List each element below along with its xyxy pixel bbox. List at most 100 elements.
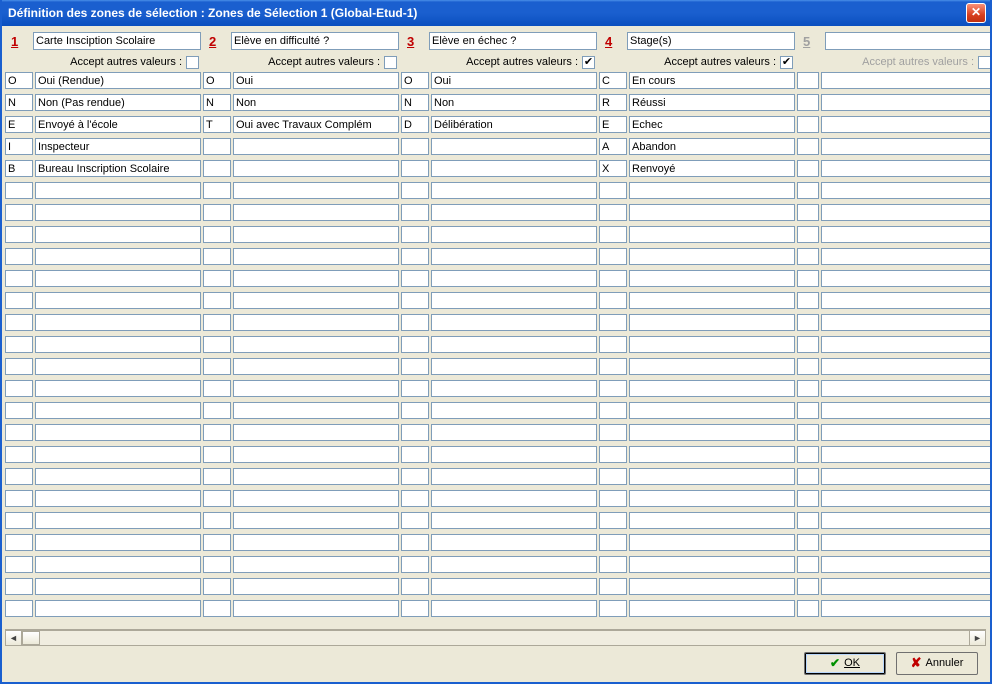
code-input[interactable] bbox=[5, 314, 33, 331]
label-input[interactable] bbox=[629, 402, 795, 419]
code-input[interactable] bbox=[797, 182, 819, 199]
label-input[interactable] bbox=[431, 578, 597, 595]
label-input[interactable] bbox=[233, 534, 399, 551]
label-input[interactable] bbox=[629, 204, 795, 221]
code-input[interactable] bbox=[797, 380, 819, 397]
code-input[interactable] bbox=[203, 578, 231, 595]
code-input[interactable] bbox=[401, 292, 429, 309]
label-input[interactable] bbox=[431, 314, 597, 331]
label-input[interactable] bbox=[821, 424, 990, 441]
label-input[interactable] bbox=[233, 182, 399, 199]
label-input[interactable] bbox=[629, 446, 795, 463]
label-input[interactable] bbox=[35, 578, 201, 595]
code-input[interactable] bbox=[203, 512, 231, 529]
label-input[interactable] bbox=[629, 424, 795, 441]
code-input[interactable] bbox=[599, 534, 627, 551]
code-input[interactable] bbox=[5, 160, 33, 177]
label-input[interactable] bbox=[35, 490, 201, 507]
label-input[interactable] bbox=[629, 336, 795, 353]
accept-checkbox[interactable]: ✔ bbox=[780, 56, 793, 69]
label-input[interactable] bbox=[629, 578, 795, 595]
label-input[interactable] bbox=[629, 600, 795, 617]
code-input[interactable] bbox=[401, 402, 429, 419]
code-input[interactable] bbox=[5, 358, 33, 375]
label-input[interactable] bbox=[233, 578, 399, 595]
label-input[interactable] bbox=[35, 358, 201, 375]
code-input[interactable] bbox=[401, 578, 429, 595]
label-input[interactable] bbox=[431, 402, 597, 419]
label-input[interactable] bbox=[233, 138, 399, 155]
label-input[interactable] bbox=[821, 248, 990, 265]
code-input[interactable] bbox=[797, 226, 819, 243]
code-input[interactable] bbox=[401, 72, 429, 89]
accept-checkbox[interactable] bbox=[186, 56, 199, 69]
label-input[interactable] bbox=[431, 72, 597, 89]
zone-name-input[interactable] bbox=[627, 32, 795, 50]
label-input[interactable] bbox=[431, 512, 597, 529]
code-input[interactable] bbox=[797, 424, 819, 441]
code-input[interactable] bbox=[401, 116, 429, 133]
code-input[interactable] bbox=[599, 578, 627, 595]
label-input[interactable] bbox=[431, 248, 597, 265]
code-input[interactable] bbox=[401, 358, 429, 375]
label-input[interactable] bbox=[629, 72, 795, 89]
code-input[interactable] bbox=[203, 380, 231, 397]
label-input[interactable] bbox=[821, 116, 990, 133]
code-input[interactable] bbox=[203, 424, 231, 441]
zone-name-input[interactable] bbox=[231, 32, 399, 50]
code-input[interactable] bbox=[797, 270, 819, 287]
code-input[interactable] bbox=[203, 248, 231, 265]
code-input[interactable] bbox=[797, 534, 819, 551]
code-input[interactable] bbox=[797, 160, 819, 177]
code-input[interactable] bbox=[5, 512, 33, 529]
label-input[interactable] bbox=[629, 490, 795, 507]
code-input[interactable] bbox=[797, 248, 819, 265]
scroll-thumb[interactable] bbox=[22, 631, 40, 645]
code-input[interactable] bbox=[203, 270, 231, 287]
code-input[interactable] bbox=[599, 292, 627, 309]
code-input[interactable] bbox=[203, 292, 231, 309]
label-input[interactable] bbox=[233, 72, 399, 89]
code-input[interactable] bbox=[599, 512, 627, 529]
label-input[interactable] bbox=[821, 600, 990, 617]
code-input[interactable] bbox=[5, 380, 33, 397]
label-input[interactable] bbox=[629, 116, 795, 133]
code-input[interactable] bbox=[5, 424, 33, 441]
ok-button[interactable]: ✔ OK bbox=[804, 652, 886, 675]
code-input[interactable] bbox=[599, 248, 627, 265]
code-input[interactable] bbox=[401, 94, 429, 111]
code-input[interactable] bbox=[599, 468, 627, 485]
label-input[interactable] bbox=[431, 116, 597, 133]
label-input[interactable] bbox=[233, 336, 399, 353]
code-input[interactable] bbox=[401, 138, 429, 155]
scroll-track[interactable] bbox=[22, 630, 969, 646]
code-input[interactable] bbox=[797, 600, 819, 617]
label-input[interactable] bbox=[821, 534, 990, 551]
label-input[interactable] bbox=[629, 468, 795, 485]
code-input[interactable] bbox=[203, 534, 231, 551]
label-input[interactable] bbox=[35, 600, 201, 617]
code-input[interactable] bbox=[203, 160, 231, 177]
code-input[interactable] bbox=[401, 270, 429, 287]
label-input[interactable] bbox=[233, 512, 399, 529]
label-input[interactable] bbox=[35, 468, 201, 485]
code-input[interactable] bbox=[599, 490, 627, 507]
label-input[interactable] bbox=[233, 402, 399, 419]
code-input[interactable] bbox=[599, 138, 627, 155]
label-input[interactable] bbox=[35, 270, 201, 287]
code-input[interactable] bbox=[203, 138, 231, 155]
code-input[interactable] bbox=[797, 204, 819, 221]
label-input[interactable] bbox=[431, 424, 597, 441]
code-input[interactable] bbox=[5, 534, 33, 551]
code-input[interactable] bbox=[203, 402, 231, 419]
code-input[interactable] bbox=[203, 116, 231, 133]
label-input[interactable] bbox=[431, 270, 597, 287]
code-input[interactable] bbox=[5, 248, 33, 265]
code-input[interactable] bbox=[5, 468, 33, 485]
code-input[interactable] bbox=[797, 138, 819, 155]
label-input[interactable] bbox=[821, 270, 990, 287]
code-input[interactable] bbox=[401, 534, 429, 551]
label-input[interactable] bbox=[431, 336, 597, 353]
accept-checkbox[interactable]: ✔ bbox=[582, 56, 595, 69]
code-input[interactable] bbox=[203, 336, 231, 353]
